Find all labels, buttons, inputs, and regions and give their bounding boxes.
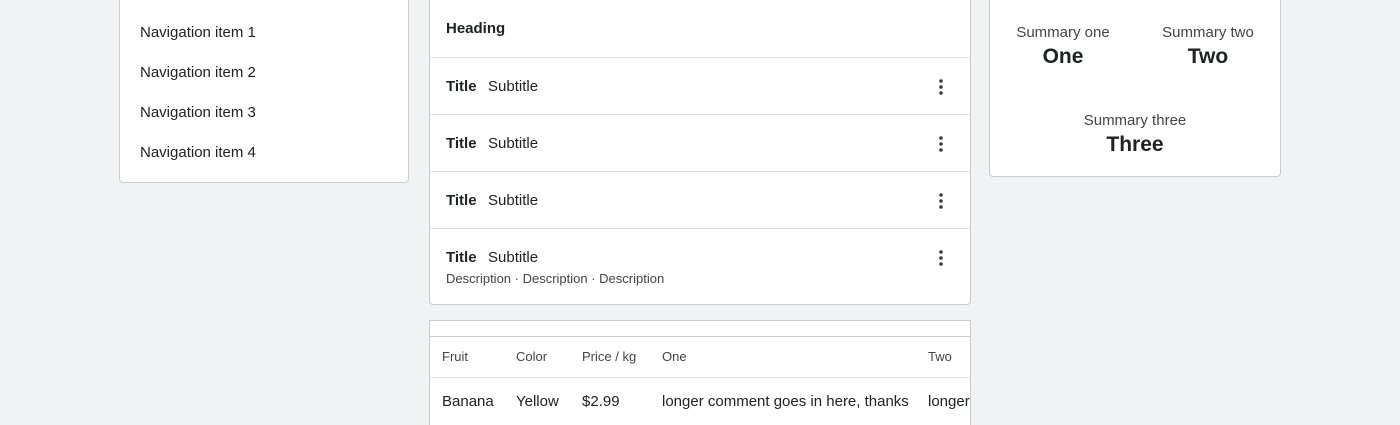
summary-value: One <box>1042 45 1084 68</box>
table-cell: Banana <box>442 393 494 410</box>
card-divider <box>429 320 971 337</box>
column-header-one[interactable]: One <box>662 349 687 364</box>
nav-item-4[interactable]: Navigation item 4 <box>140 144 256 161</box>
page: Navigation item 1 Navigation item 2 Navi… <box>0 0 1400 425</box>
item-subtitle: Subtitle <box>488 249 539 266</box>
item-title: Title <box>446 135 477 152</box>
item-title: Title <box>446 192 477 209</box>
summary-item-three: Summary three Three <box>1065 112 1205 157</box>
summary-label: Summary one <box>1016 24 1110 41</box>
table-cell: longer comment goes in here, thanks <box>662 393 909 410</box>
list-item[interactable]: Title Subtitle <box>430 114 970 171</box>
list-item[interactable]: Title Subtitle <box>430 57 970 114</box>
item-title: Title <box>446 78 477 95</box>
column-header-two[interactable]: Two <box>928 349 952 364</box>
table-header-divider <box>430 377 970 378</box>
item-subtitle: Subtitle <box>488 192 539 209</box>
more-vertical-icon[interactable] <box>936 249 946 267</box>
nav-item-2[interactable]: Navigation item 2 <box>140 64 256 81</box>
summary-item-one: Summary one One <box>993 24 1133 69</box>
navigation-card: Navigation item 1 Navigation item 2 Navi… <box>119 0 409 183</box>
table-cell: $2.99 <box>582 393 620 410</box>
data-table: Fruit Color Price / kg One Two Banana Ye… <box>429 336 971 425</box>
summary-card: Summary one One Summary two Two Summary … <box>989 0 1281 177</box>
list-card: Heading Title Subtitle Title Subtitle Ti… <box>429 0 971 305</box>
item-description: Description · Description · Description <box>446 271 665 286</box>
table-cell: longer <box>928 393 970 410</box>
item-subtitle: Subtitle <box>488 135 539 152</box>
summary-value: Two <box>1187 45 1229 68</box>
table-cell: Yellow <box>516 393 559 410</box>
summary-label: Summary three <box>1083 112 1187 129</box>
more-vertical-icon[interactable] <box>936 135 946 153</box>
list-heading: Heading <box>446 20 506 37</box>
list-item[interactable]: Title Subtitle <box>430 171 970 228</box>
nav-item-1[interactable]: Navigation item 1 <box>140 24 256 41</box>
more-vertical-icon[interactable] <box>936 78 946 96</box>
item-subtitle: Subtitle <box>488 78 539 95</box>
summary-value: Three <box>1106 133 1164 156</box>
summary-label: Summary two <box>1162 24 1254 41</box>
item-title: Title <box>446 249 477 266</box>
nav-item-3[interactable]: Navigation item 3 <box>140 104 256 121</box>
summary-item-two: Summary two Two <box>1138 24 1278 69</box>
column-header-fruit[interactable]: Fruit <box>442 349 468 364</box>
column-header-color[interactable]: Color <box>516 349 547 364</box>
column-header-price[interactable]: Price / kg <box>582 349 636 364</box>
list-item[interactable]: Title Subtitle Description · Description… <box>430 228 970 304</box>
more-vertical-icon[interactable] <box>936 192 946 210</box>
